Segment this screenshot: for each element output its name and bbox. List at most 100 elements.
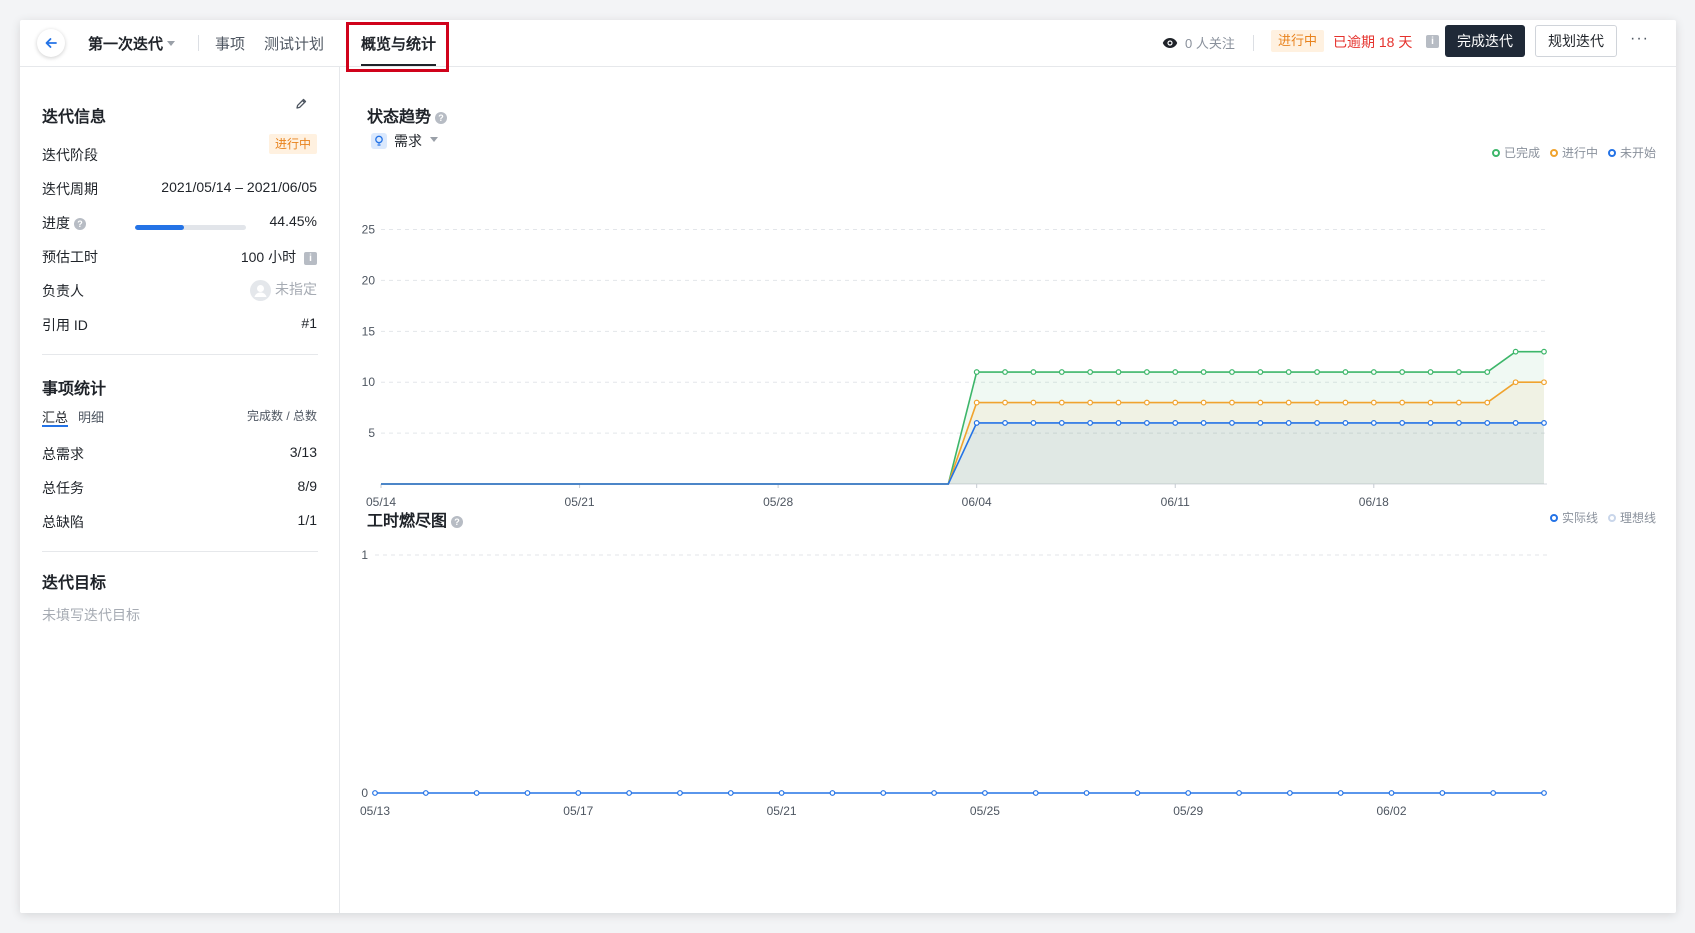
data-point	[1399, 420, 1406, 426]
period-value: 2021/05/14 – 2021/06/05	[161, 179, 317, 195]
progress-bar	[135, 225, 246, 230]
estimate-label: 预估工时	[42, 249, 98, 265]
data-point	[372, 790, 378, 796]
tab-test-plan[interactable]: 测试计划	[264, 33, 324, 54]
data-point	[778, 790, 785, 796]
pencil-icon[interactable]	[294, 97, 308, 111]
owner-selector[interactable]: 未指定	[250, 279, 317, 301]
data-point	[1541, 379, 1547, 386]
legend-marker	[1491, 148, 1500, 157]
progress-bar-fill	[135, 225, 185, 230]
data-point	[422, 790, 429, 796]
more-icon[interactable]: ···	[1630, 30, 1649, 48]
info-icon[interactable]: i	[304, 251, 317, 265]
status-trend-title-row: 状态趋势?	[367, 103, 448, 127]
divider	[42, 551, 318, 552]
x-tick-label: 06/04	[962, 495, 992, 507]
x-tick-label: 05/21	[767, 804, 797, 818]
data-point	[1058, 399, 1065, 406]
data-point	[1200, 369, 1207, 375]
chevron-down-icon	[167, 40, 176, 46]
burndown-title: 工时燃尽图	[367, 513, 448, 530]
x-tick-label: 05/29	[1173, 804, 1203, 818]
data-point	[1285, 369, 1292, 375]
estimate-row: 100 小时 i	[241, 247, 317, 267]
iteration-selector[interactable]: 第一次迭代	[88, 33, 176, 54]
legend-item[interactable]: 实际线	[1549, 509, 1598, 526]
data-point	[1512, 420, 1519, 426]
x-tick-label: 06/11	[1161, 495, 1190, 507]
x-tick-label: 05/21	[565, 495, 595, 507]
data-point	[1512, 348, 1519, 355]
type-filter-dropdown[interactable]: 需求	[371, 131, 438, 151]
divider	[1253, 35, 1254, 51]
data-point	[1257, 420, 1264, 426]
legend-item[interactable]: 理想线	[1607, 509, 1656, 526]
data-point	[829, 790, 836, 796]
data-point	[1439, 790, 1446, 796]
legend-marker	[1607, 148, 1616, 157]
highlight-box	[346, 22, 449, 72]
legend-marker	[1549, 513, 1558, 522]
legend-item[interactable]: 未开始	[1607, 144, 1656, 161]
info-icon[interactable]: i	[1426, 35, 1439, 48]
avatar	[250, 279, 271, 301]
legend-item[interactable]: 已完成	[1491, 144, 1540, 161]
owner-value: 未指定	[275, 281, 317, 297]
x-tick-label: 06/18	[1359, 495, 1389, 507]
y-tick-label: 10	[362, 375, 376, 389]
overdue-text: 已逾期 18 天	[1333, 34, 1413, 50]
data-point	[1134, 790, 1141, 796]
tab-detail[interactable]: 明细	[78, 407, 104, 426]
tab-summary[interactable]: 汇总	[42, 407, 68, 426]
data-point	[1229, 420, 1235, 426]
tab-items[interactable]: 事项	[215, 33, 245, 54]
data-point	[880, 790, 887, 796]
data-point	[1030, 420, 1037, 426]
divider	[42, 354, 318, 355]
data-point	[1257, 369, 1264, 375]
data-point	[575, 790, 582, 796]
data-point	[1143, 369, 1150, 375]
data-point	[1285, 399, 1292, 406]
divider	[198, 35, 199, 51]
data-point	[1370, 420, 1377, 426]
progress-label-row: 进度?	[42, 213, 86, 233]
complete-iteration-button[interactable]: 完成迭代	[1445, 25, 1525, 57]
data-point	[1427, 369, 1434, 375]
total-defects-value: 1/1	[297, 512, 317, 528]
y-tick-label: 5	[368, 426, 375, 440]
data-point	[727, 790, 734, 796]
help-icon[interactable]: ?	[435, 111, 448, 124]
phase-badge: 进行中	[268, 134, 317, 154]
watchers-button[interactable]: 0 人关注	[1162, 33, 1235, 52]
legend-label: 未开始	[1619, 146, 1656, 160]
data-point	[931, 790, 937, 796]
data-point	[1115, 369, 1122, 375]
legend-item[interactable]: 进行中	[1549, 144, 1598, 161]
status-trend-title: 状态趋势	[367, 109, 432, 126]
help-icon[interactable]: ?	[451, 515, 464, 528]
chevron-down-icon	[430, 136, 438, 142]
burndown-legend: 实际线 理想线	[1540, 509, 1656, 526]
y-tick-label: 20	[362, 273, 376, 287]
iteration-goal-placeholder[interactable]: 未填写迭代目标	[42, 605, 140, 625]
burndown-title-row: 工时燃尽图?	[367, 507, 464, 531]
data-point	[1087, 399, 1094, 406]
x-tick-label: 05/28	[763, 495, 793, 507]
back-button[interactable]	[37, 29, 65, 57]
data-point	[1427, 420, 1434, 426]
data-point	[1456, 420, 1462, 426]
owner-label: 负责人	[42, 283, 84, 299]
data-point	[1115, 420, 1122, 426]
help-icon[interactable]: ?	[74, 218, 86, 231]
progress-value: 44.45%	[269, 213, 317, 229]
data-point	[1185, 790, 1192, 796]
plan-iteration-button[interactable]: 规划迭代	[1535, 25, 1617, 57]
x-tick-label: 06/02	[1377, 804, 1407, 818]
phase-label: 迭代阶段	[42, 147, 98, 163]
y-tick-label: 15	[362, 324, 376, 338]
legend-marker	[1549, 148, 1558, 157]
legend-label: 已完成	[1503, 146, 1540, 160]
x-tick-label: 05/17	[563, 804, 593, 818]
